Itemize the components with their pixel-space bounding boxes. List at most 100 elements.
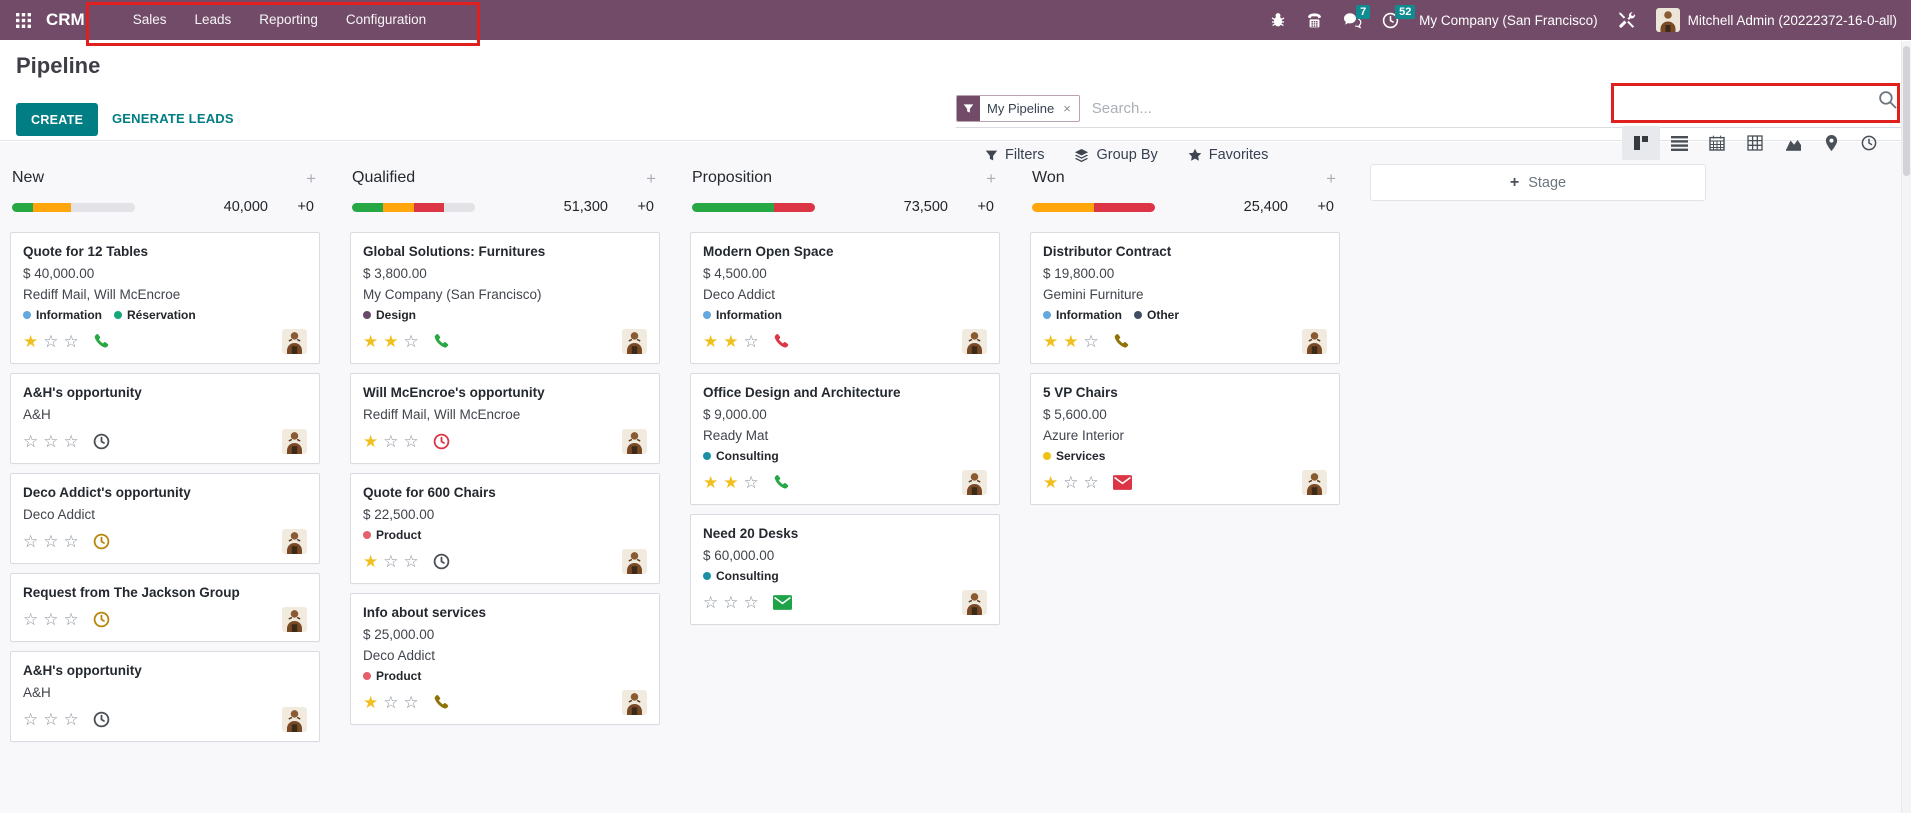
star-filled-icon[interactable]: ★ xyxy=(723,474,738,491)
star-filled-icon[interactable]: ★ xyxy=(1043,333,1058,350)
kanban-card[interactable]: Request from The Jackson Group☆☆☆ xyxy=(10,573,320,642)
filters-button[interactable]: Filters xyxy=(985,147,1044,163)
add-record-plus-icon[interactable]: + xyxy=(1326,170,1336,187)
kanban-card[interactable]: Global Solutions: Furnitures$ 3,800.00My… xyxy=(350,232,660,364)
kanban-card[interactable]: Deco Addict's opportunityDeco Addict☆☆☆ xyxy=(10,473,320,564)
activity-phone-icon[interactable] xyxy=(773,333,790,350)
star-filled-icon[interactable]: ★ xyxy=(703,474,718,491)
star-empty-icon[interactable]: ☆ xyxy=(383,694,398,711)
star-empty-icon[interactable]: ☆ xyxy=(404,333,419,350)
kanban-card[interactable]: Distributor Contract$ 19,800.00Gemini Fu… xyxy=(1030,232,1340,364)
star-empty-icon[interactable]: ☆ xyxy=(64,433,79,450)
star-empty-icon[interactable]: ☆ xyxy=(23,433,38,450)
group-by-button[interactable]: Group By xyxy=(1074,147,1157,163)
view-graph-button[interactable] xyxy=(1774,126,1812,160)
star-empty-icon[interactable]: ☆ xyxy=(43,611,58,628)
menu-configuration[interactable]: Configuration xyxy=(332,0,440,40)
company-switcher[interactable]: My Company (San Francisco) xyxy=(1419,13,1598,28)
star-filled-icon[interactable]: ★ xyxy=(363,553,378,570)
facet-close-icon[interactable]: × xyxy=(1061,96,1079,121)
kanban-card[interactable]: Quote for 12 Tables$ 40,000.00Rediff Mai… xyxy=(10,232,320,364)
activity-envelope-icon[interactable] xyxy=(1113,475,1132,490)
activity-clock-icon[interactable] xyxy=(93,533,110,550)
tools-icon[interactable] xyxy=(1618,11,1636,29)
star-empty-icon[interactable]: ☆ xyxy=(43,533,58,550)
activity-envelope-icon[interactable] xyxy=(773,595,792,610)
star-filled-icon[interactable]: ★ xyxy=(363,433,378,450)
star-empty-icon[interactable]: ☆ xyxy=(404,553,419,570)
star-empty-icon[interactable]: ☆ xyxy=(383,553,398,570)
star-empty-icon[interactable]: ☆ xyxy=(43,711,58,728)
app-name[interactable]: CRM xyxy=(46,10,85,30)
star-empty-icon[interactable]: ☆ xyxy=(404,694,419,711)
kanban-card[interactable]: Office Design and Architecture$ 9,000.00… xyxy=(690,373,1000,505)
column-progressbar[interactable] xyxy=(352,203,475,212)
activity-clock-icon[interactable] xyxy=(93,711,110,728)
column-progressbar[interactable] xyxy=(12,203,135,212)
view-pivot-button[interactable] xyxy=(1736,126,1774,160)
star-filled-icon[interactable]: ★ xyxy=(1063,333,1078,350)
add-record-plus-icon[interactable]: + xyxy=(986,170,996,187)
star-empty-icon[interactable]: ☆ xyxy=(23,711,38,728)
menu-reporting[interactable]: Reporting xyxy=(245,0,332,40)
activity-clock-icon[interactable] xyxy=(93,611,110,628)
star-empty-icon[interactable]: ☆ xyxy=(744,474,759,491)
activity-phone-icon[interactable] xyxy=(433,694,450,711)
generate-leads-button[interactable]: GENERATE LEADS xyxy=(112,111,234,126)
star-empty-icon[interactable]: ☆ xyxy=(723,594,738,611)
messages-icon[interactable]: 7 xyxy=(1343,12,1362,29)
activity-phone-icon[interactable] xyxy=(93,333,110,350)
view-activity-button[interactable] xyxy=(1850,126,1888,160)
activities-clock-icon[interactable]: 52 xyxy=(1382,12,1399,29)
column-progressbar[interactable] xyxy=(1032,203,1155,212)
view-map-button[interactable] xyxy=(1812,126,1850,160)
kanban-card[interactable]: 5 VP Chairs$ 5,600.00Azure InteriorServi… xyxy=(1030,373,1340,505)
star-empty-icon[interactable]: ☆ xyxy=(703,594,718,611)
star-filled-icon[interactable]: ★ xyxy=(1043,474,1058,491)
star-empty-icon[interactable]: ☆ xyxy=(23,611,38,628)
star-empty-icon[interactable]: ☆ xyxy=(383,433,398,450)
kanban-card[interactable]: Will McEncroe's opportunityRediff Mail, … xyxy=(350,373,660,464)
add-record-plus-icon[interactable]: + xyxy=(646,170,656,187)
star-empty-icon[interactable]: ☆ xyxy=(23,533,38,550)
add-record-plus-icon[interactable]: + xyxy=(306,170,316,187)
star-empty-icon[interactable]: ☆ xyxy=(1063,474,1078,491)
view-calendar-button[interactable] xyxy=(1698,126,1736,160)
search-icon[interactable] xyxy=(1878,90,1897,114)
view-kanban-button[interactable] xyxy=(1622,126,1660,160)
activity-clock-icon[interactable] xyxy=(433,433,450,450)
activity-phone-icon[interactable] xyxy=(1113,333,1130,350)
star-filled-icon[interactable]: ★ xyxy=(23,333,38,350)
user-menu[interactable]: Mitchell Admin (20222372-16-0-all) xyxy=(1656,8,1897,32)
kanban-card[interactable]: Modern Open Space$ 4,500.00Deco AddictIn… xyxy=(690,232,1000,364)
kanban-card[interactable]: Need 20 Desks$ 60,000.00Consulting☆☆☆ xyxy=(690,514,1000,625)
star-empty-icon[interactable]: ☆ xyxy=(1084,474,1099,491)
star-empty-icon[interactable]: ☆ xyxy=(43,433,58,450)
menu-leads[interactable]: Leads xyxy=(181,0,246,40)
kanban-card[interactable]: Info about services$ 25,000.00Deco Addic… xyxy=(350,593,660,725)
kanban-card[interactable]: A&H's opportunityA&H☆☆☆ xyxy=(10,651,320,742)
vertical-scrollbar[interactable] xyxy=(1901,41,1911,813)
activity-phone-icon[interactable] xyxy=(433,333,450,350)
column-progressbar[interactable] xyxy=(692,203,815,212)
scrollbar-thumb[interactable] xyxy=(1903,46,1910,176)
star-filled-icon[interactable]: ★ xyxy=(723,333,738,350)
search-input[interactable] xyxy=(1080,100,1902,117)
kanban-card[interactable]: Quote for 600 Chairs$ 22,500.00Product★☆… xyxy=(350,473,660,584)
activity-clock-icon[interactable] xyxy=(433,553,450,570)
star-empty-icon[interactable]: ☆ xyxy=(64,333,79,350)
star-empty-icon[interactable]: ☆ xyxy=(64,711,79,728)
favorites-button[interactable]: Favorites xyxy=(1188,147,1269,163)
star-empty-icon[interactable]: ☆ xyxy=(744,333,759,350)
apps-menu-icon[interactable] xyxy=(0,0,46,40)
star-empty-icon[interactable]: ☆ xyxy=(404,433,419,450)
star-empty-icon[interactable]: ☆ xyxy=(64,533,79,550)
menu-sales[interactable]: Sales xyxy=(119,0,181,40)
star-empty-icon[interactable]: ☆ xyxy=(43,333,58,350)
star-empty-icon[interactable]: ☆ xyxy=(64,611,79,628)
star-filled-icon[interactable]: ★ xyxy=(363,333,378,350)
view-list-button[interactable] xyxy=(1660,126,1698,160)
star-empty-icon[interactable]: ☆ xyxy=(1084,333,1099,350)
kanban-card[interactable]: A&H's opportunityA&H☆☆☆ xyxy=(10,373,320,464)
create-button[interactable]: CREATE xyxy=(16,103,98,136)
